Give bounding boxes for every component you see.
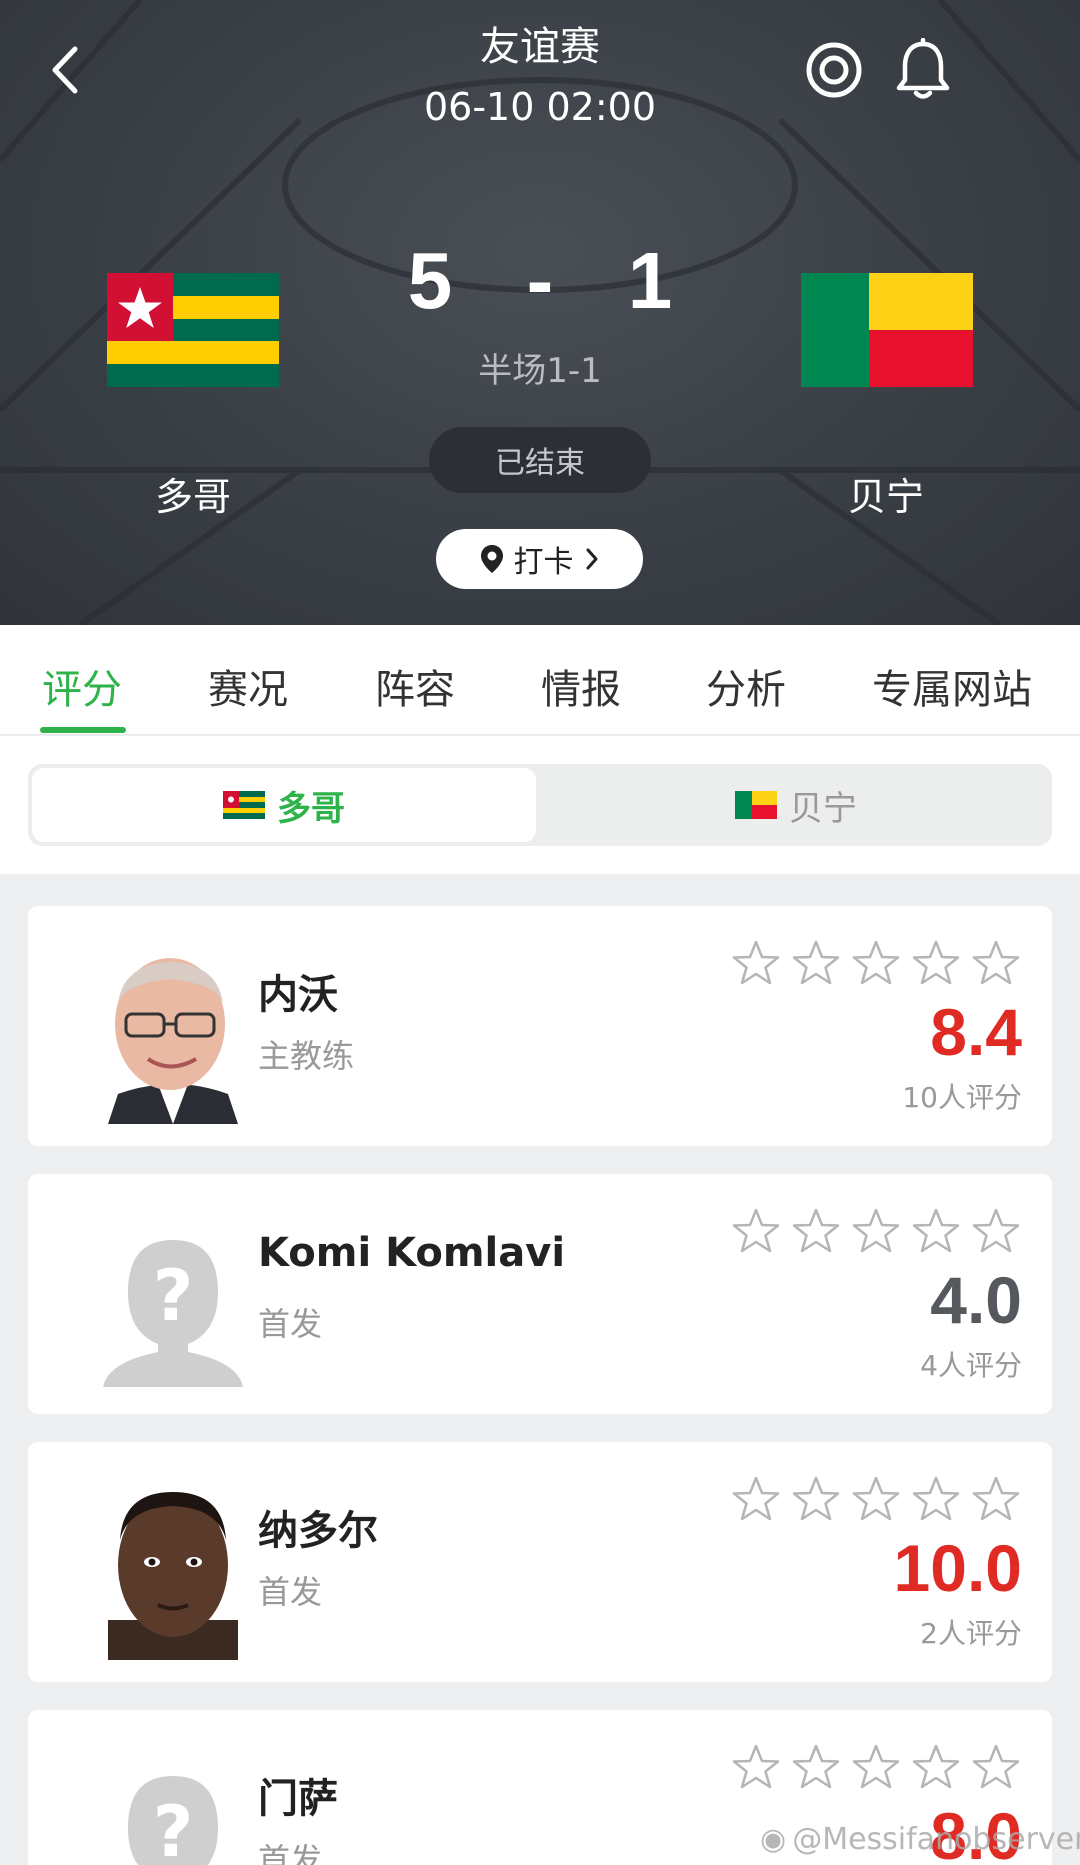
star-rating-input[interactable] bbox=[731, 1474, 1021, 1524]
home-score: 5 bbox=[407, 236, 453, 325]
rater-count: 2人评分 bbox=[920, 1617, 1022, 1650]
star-icon[interactable] bbox=[851, 1474, 901, 1524]
player-role: 首发 bbox=[258, 1573, 323, 1611]
away-team-name[interactable]: 贝宁 bbox=[786, 466, 986, 521]
star-icon[interactable] bbox=[971, 1206, 1021, 1256]
notification-button[interactable] bbox=[893, 37, 953, 102]
away-score: 1 bbox=[627, 236, 673, 325]
average-score: 4.0 bbox=[930, 1263, 1022, 1337]
star-icon[interactable] bbox=[911, 1474, 961, 1524]
star-icon[interactable] bbox=[731, 1742, 781, 1792]
segment-home-team[interactable]: 多哥 bbox=[32, 768, 536, 842]
segment-away-label: 贝宁 bbox=[789, 788, 857, 829]
togo-flag-icon bbox=[223, 791, 265, 819]
match-status-badge: 已结束 bbox=[429, 427, 651, 493]
avatar bbox=[78, 1470, 268, 1660]
benin-flag-icon bbox=[735, 791, 777, 819]
player-photo bbox=[108, 1492, 238, 1660]
tab-live[interactable]: 赛况 bbox=[208, 657, 288, 715]
bell-icon bbox=[896, 37, 950, 99]
star-icon[interactable] bbox=[791, 1474, 841, 1524]
rater-count: 10人评分 bbox=[902, 1081, 1022, 1114]
tab-analysis[interactable]: 分析 bbox=[706, 657, 786, 715]
team-switcher: 多哥 贝宁 bbox=[28, 764, 1052, 846]
star-icon[interactable] bbox=[911, 1742, 961, 1792]
player-name: 内沃 bbox=[258, 972, 338, 1018]
star-icon[interactable] bbox=[911, 938, 961, 988]
average-score: 8.4 bbox=[930, 995, 1022, 1069]
avatar: ? bbox=[78, 1202, 268, 1392]
star-icon[interactable] bbox=[731, 1206, 781, 1256]
player-card[interactable]: ? Komi Komlavi 首发 4.0 4人评分 bbox=[28, 1174, 1052, 1414]
star-rating-input[interactable] bbox=[731, 1206, 1021, 1256]
avatar: ? bbox=[78, 1738, 268, 1865]
star-icon[interactable] bbox=[791, 1742, 841, 1792]
target-icon bbox=[806, 42, 862, 98]
star-icon[interactable] bbox=[851, 1206, 901, 1256]
player-card[interactable]: 内沃主教练 8.4 10人评分 bbox=[28, 906, 1052, 1146]
chevron-right-icon bbox=[586, 548, 597, 570]
placeholder-avatar-icon: ? bbox=[128, 1776, 218, 1865]
follow-button[interactable] bbox=[804, 40, 864, 100]
player-role: 主教练 bbox=[258, 1037, 355, 1075]
star-icon[interactable] bbox=[791, 1206, 841, 1256]
segment-home-label: 多哥 bbox=[277, 788, 345, 829]
player-role: 首发 bbox=[258, 1305, 323, 1343]
star-icon[interactable] bbox=[731, 1474, 781, 1524]
score-separator: - bbox=[526, 236, 554, 325]
star-icon[interactable] bbox=[851, 938, 901, 988]
tab-rating[interactable]: 评分 bbox=[42, 657, 122, 715]
watermark: ◉ @Messifanobserver bbox=[760, 1822, 1080, 1857]
player-name: 门萨 bbox=[258, 1776, 338, 1822]
star-icon[interactable] bbox=[911, 1206, 961, 1256]
checkin-label: 打卡 bbox=[513, 545, 574, 580]
star-icon[interactable] bbox=[791, 938, 841, 988]
player-card[interactable]: 纳多尔首发 10.0 2人评分 bbox=[28, 1442, 1052, 1682]
star-icon[interactable] bbox=[731, 938, 781, 988]
rater-count: 4人评分 bbox=[920, 1349, 1022, 1382]
placeholder-avatar-icon: ? bbox=[103, 1240, 243, 1387]
away-team-flag[interactable] bbox=[801, 273, 973, 387]
svg-text:?: ? bbox=[153, 1791, 194, 1865]
star-rating-input[interactable] bbox=[731, 938, 1021, 988]
active-tab-indicator bbox=[40, 727, 126, 733]
star-rating-input[interactable] bbox=[731, 1742, 1021, 1792]
benin-flag-icon bbox=[801, 273, 973, 387]
coach-photo bbox=[108, 958, 238, 1124]
avatar bbox=[78, 934, 268, 1124]
player-role: 首发 bbox=[258, 1841, 323, 1865]
match-header: 友谊赛 06-10 02:00 5 - 1 半场1-1 多哥 贝宁 已结束 打卡 bbox=[0, 0, 1080, 625]
tab-bar: 评分 赛况 阵容 情报 分析 专属网站 bbox=[0, 625, 1080, 735]
star-icon[interactable] bbox=[971, 1742, 1021, 1792]
scoreline: 5 - 1 bbox=[390, 235, 690, 327]
player-name: Komi Komlavi bbox=[258, 1230, 566, 1276]
watermark-text: @Messifanobserver bbox=[792, 1822, 1080, 1857]
tab-website[interactable]: 专属网站 bbox=[872, 657, 1032, 715]
tab-lineup[interactable]: 阵容 bbox=[375, 657, 455, 715]
location-pin-icon bbox=[480, 545, 503, 573]
star-icon[interactable] bbox=[971, 938, 1021, 988]
checkin-button[interactable]: 打卡 bbox=[436, 529, 643, 589]
svg-text:?: ? bbox=[153, 1255, 194, 1337]
team-switcher-area: 多哥 贝宁 bbox=[0, 736, 1080, 874]
star-icon[interactable] bbox=[971, 1474, 1021, 1524]
weibo-logo-icon: ◉ bbox=[760, 1822, 787, 1857]
average-score: 10.0 bbox=[893, 1531, 1022, 1605]
home-team-name[interactable]: 多哥 bbox=[93, 466, 293, 521]
segment-away-team[interactable]: 贝宁 bbox=[544, 768, 1048, 842]
star-icon[interactable] bbox=[851, 1742, 901, 1792]
player-name: 纳多尔 bbox=[258, 1508, 378, 1554]
tab-intel[interactable]: 情报 bbox=[541, 657, 621, 715]
